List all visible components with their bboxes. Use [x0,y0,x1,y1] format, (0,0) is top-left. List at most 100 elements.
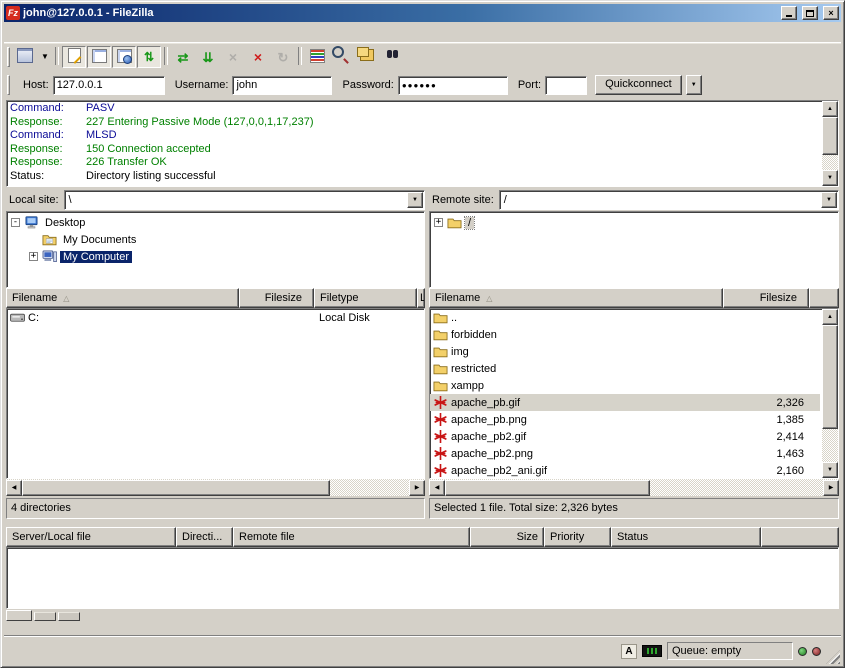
column-header[interactable]: Filename△ [6,288,239,308]
column-header[interactable]: Filesize [239,288,314,308]
scrollbar-thumb[interactable] [822,325,838,429]
directory-comparison-icon[interactable] [330,46,354,68]
scroll-up-icon[interactable]: ▲ [822,101,838,117]
reconnect-icon[interactable]: ↻ [271,46,295,68]
scroll-down-icon[interactable]: ▼ [822,170,838,186]
find-files-icon[interactable] [380,46,404,68]
column-header[interactable]: Filename△ [429,288,723,308]
queue-column-header[interactable]: Remote file [233,527,470,547]
remote-file-row[interactable]: apache_pb2.png 1,463 [430,445,820,462]
tree-item-my-computer[interactable]: + My Computer [7,248,424,265]
filter-icon[interactable] [305,46,329,68]
scrollbar-thumb[interactable] [822,117,838,155]
tab-failed-transfers[interactable] [34,612,56,621]
file-type-icon [432,379,448,393]
toggle-transfer-queue-icon[interactable]: ⇅ [137,46,161,68]
tree-expander-icon[interactable]: + [29,252,38,261]
minimize-button[interactable] [781,6,797,20]
toolbar-grip[interactable] [7,47,10,67]
local-file-row-c-drive[interactable]: C: Local Disk [7,309,424,326]
queue-column-header[interactable]: Server/Local file [6,527,176,547]
scrollbar-thumb[interactable] [22,480,330,496]
remote-site-combo[interactable]: / ▼ [499,190,839,210]
toolbar-separator [296,46,304,68]
menu-help[interactable] [101,29,117,35]
synchronized-browsing-icon[interactable] [355,46,379,68]
combo-dropdown-icon[interactable]: ▼ [407,192,423,208]
scroll-right-icon[interactable]: ▶ [409,480,425,496]
file-name: img [451,346,469,358]
close-button[interactable]: × [823,6,839,20]
tab-queued-files[interactable] [6,610,32,621]
file-name: .. [451,312,457,324]
remote-file-row[interactable]: apache_pb2_ani.gif 2,160 [430,462,820,479]
scroll-left-icon[interactable]: ◀ [6,480,22,496]
scrollbar-thumb[interactable] [445,480,650,496]
menu-file[interactable] [5,29,21,35]
local-horizontal-scrollbar[interactable]: ◀ ▶ [6,479,425,496]
remote-list-scrollbar[interactable]: ▲ ▼ [822,309,838,478]
log-scrollbar[interactable]: ▲ ▼ [822,101,838,186]
remote-file-row[interactable]: apache_pb.png 1,385 [430,411,820,428]
port-input[interactable] [545,76,587,95]
refresh-icon[interactable]: ⇄ [171,46,195,68]
site-manager-icon[interactable] [13,46,37,68]
queue-status-text: Queue: empty [667,642,793,660]
column-header[interactable]: L [417,288,425,308]
toggle-remote-tree-icon[interactable] [112,46,136,68]
menu-edit[interactable] [21,29,37,35]
remote-horizontal-scrollbar[interactable]: ◀ ▶ [429,479,839,496]
minimize-icon [786,15,792,17]
host-input[interactable] [53,76,165,95]
scroll-left-icon[interactable]: ◀ [429,480,445,496]
column-header[interactable]: Filesize [723,288,809,308]
remote-file-row[interactable]: apache_pb.gif 2,326 [430,394,820,411]
password-input[interactable] [398,76,508,95]
scroll-down-icon[interactable]: ▼ [822,462,838,478]
remote-file-row[interactable]: .. [430,309,820,326]
scroll-up-icon[interactable]: ▲ [822,309,838,325]
local-site-combo[interactable]: \ ▼ [64,190,425,210]
queue-column-header[interactable]: Size [470,527,544,547]
tree-expander-icon[interactable]: - [11,218,20,227]
maximize-button[interactable] [802,6,818,20]
window-title: john@127.0.0.1 - FileZilla [23,7,776,19]
combo-dropdown-icon[interactable]: ▼ [821,192,837,208]
process-queue-icon[interactable]: ⇊ [196,46,220,68]
menu-server[interactable] [69,29,85,35]
queue-column-header[interactable]: Priority [544,527,611,547]
tree-item-root[interactable]: + / [430,214,838,231]
quickconnect-grip[interactable] [7,75,10,95]
remote-file-row[interactable]: apache_pb2.gif 2,414 [430,428,820,445]
tree-item-my-documents[interactable]: My Documents [7,231,424,248]
site-manager-dropdown-icon[interactable]: ▼ [38,46,52,68]
queue-column-header[interactable] [761,527,839,547]
toolbar: ▼⇅⇄⇊××↻ [4,43,841,70]
remote-file-row[interactable]: xampp [430,377,820,394]
tree-expander-icon[interactable]: + [434,218,443,227]
remote-file-row[interactable]: restricted [430,360,820,377]
cancel-operation-icon[interactable]: × [221,46,245,68]
local-pane: Local site: \ ▼ - Desk [6,189,425,519]
quickconnect-dropdown-icon[interactable]: ▼ [686,75,702,95]
quickconnect-button[interactable]: Quickconnect [595,75,682,95]
scroll-right-icon[interactable]: ▶ [823,480,839,496]
toggle-local-tree-icon[interactable] [87,46,111,68]
remote-file-row[interactable]: img [430,343,820,360]
remote-pane: Remote site: / ▼ + / [429,189,839,519]
tree-item-desktop[interactable]: - Desktop [7,214,424,231]
username-input[interactable] [232,76,332,95]
column-header[interactable] [809,288,839,308]
queue-column-header[interactable]: Status [611,527,761,547]
disconnect-icon[interactable]: × [246,46,270,68]
tab-successful-transfers[interactable] [58,612,80,621]
menu-view[interactable] [37,29,53,35]
remote-file-row[interactable]: forbidden [430,326,820,343]
resize-grip[interactable] [826,650,840,664]
menu-transfer[interactable] [53,29,69,35]
queue-column-header[interactable]: Directi... [176,527,233,547]
menu-bookmarks[interactable] [85,29,101,35]
column-header[interactable]: Filetype [314,288,417,308]
toggle-message-log-icon[interactable] [62,46,86,68]
file-name: apache_pb.png [451,414,527,426]
